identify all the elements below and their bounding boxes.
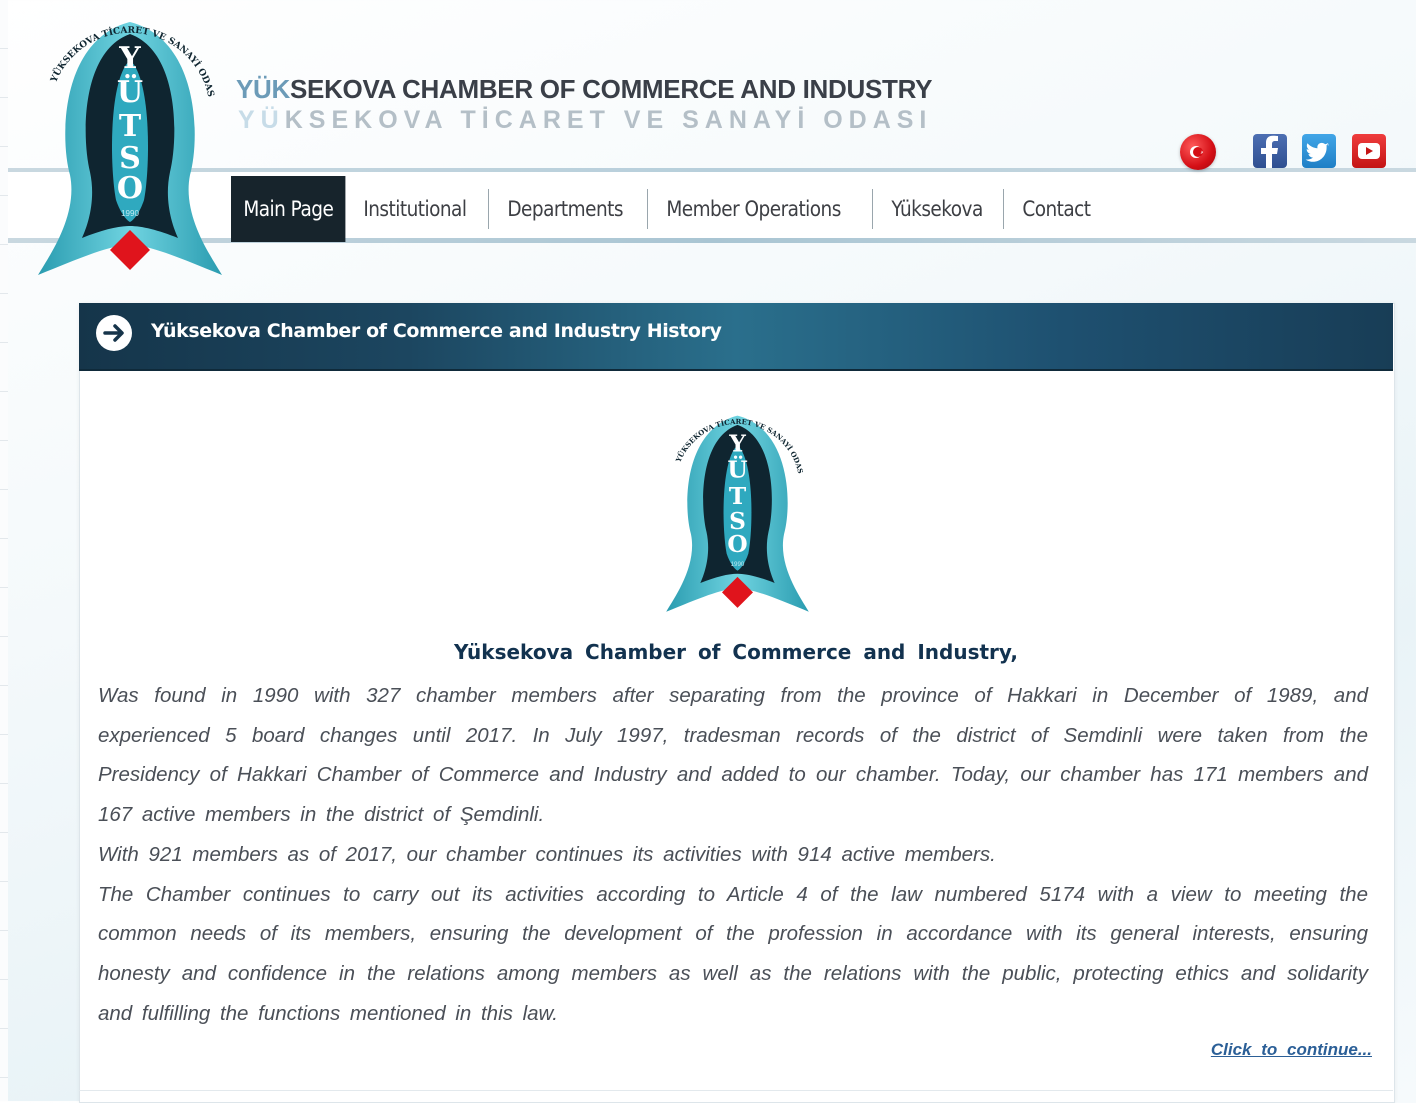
nav-item-member-operations[interactable]: Member Operations xyxy=(654,176,853,242)
facebook-icon[interactable] xyxy=(1253,134,1287,168)
nav-item-departments[interactable]: Departments xyxy=(495,176,635,242)
nav-item-institutional[interactable]: Institutional xyxy=(351,176,479,242)
youtube-icon[interactable] xyxy=(1352,134,1386,168)
nav-item-main-page[interactable]: Main Page xyxy=(231,176,346,242)
site-title-english: YÜKSEKOVA CHAMBER OF COMMERCE AND INDUST… xyxy=(236,74,933,104)
panel-title: Yüksekova Chamber of Commerce and Indust… xyxy=(151,320,722,342)
continue-link[interactable]: Click to continue... xyxy=(1211,1040,1372,1060)
logo-letter: Y xyxy=(118,41,141,76)
nav-separator xyxy=(872,189,874,229)
nav-item-yuksekova[interactable]: Yüksekova xyxy=(879,176,995,242)
logo-letter: Y xyxy=(728,430,746,457)
logo-letter: O xyxy=(727,531,747,558)
history-paragraph: Was found in 1990 with 327 chamber membe… xyxy=(98,684,1368,827)
logo-year: 1990 xyxy=(121,209,139,218)
site-title-turkish: YÜKSEKOVA TİCARET VE SANAYİ ODASI xyxy=(238,106,933,134)
history-paragraph: With 921 members as of 2017, our chamber… xyxy=(98,842,996,866)
main-nav: Main Page Institutional Departments Memb… xyxy=(231,176,1102,242)
panel-divider xyxy=(79,1090,1393,1091)
history-paragraph: The Chamber continues to carry out its a… xyxy=(98,882,1368,1025)
logo-letter: Ü xyxy=(727,454,747,484)
arrow-right-icon xyxy=(96,315,132,351)
nav-item-contact[interactable]: Contact xyxy=(1010,176,1103,242)
history-text: Was found in 1990 with 327 chamber membe… xyxy=(98,676,1368,1033)
logo-letter: T xyxy=(729,483,747,510)
panel-subtitle: Yüksekova Chamber of Commerce and Indust… xyxy=(454,640,1018,664)
yutso-logo[interactable]: YÜKSEKOVA TİCARET VE SANAYİ ODASI Y Ü T … xyxy=(30,0,230,285)
yutso-logo-small: YÜKSEKOVA TİCARET VE SANAYİ ODASI Y Ü T … xyxy=(660,398,809,612)
logo-year: 1990 xyxy=(731,561,745,568)
left-edge xyxy=(0,0,8,1101)
nav-separator xyxy=(1003,189,1005,229)
logo-letter: Ü xyxy=(117,73,143,110)
nav-separator xyxy=(646,189,648,229)
turkish-flag-icon[interactable] xyxy=(1180,134,1216,170)
logo-letter: O xyxy=(117,171,143,206)
logo-letter: T xyxy=(119,109,142,144)
nav-separator xyxy=(488,189,490,229)
twitter-icon[interactable] xyxy=(1302,134,1336,168)
